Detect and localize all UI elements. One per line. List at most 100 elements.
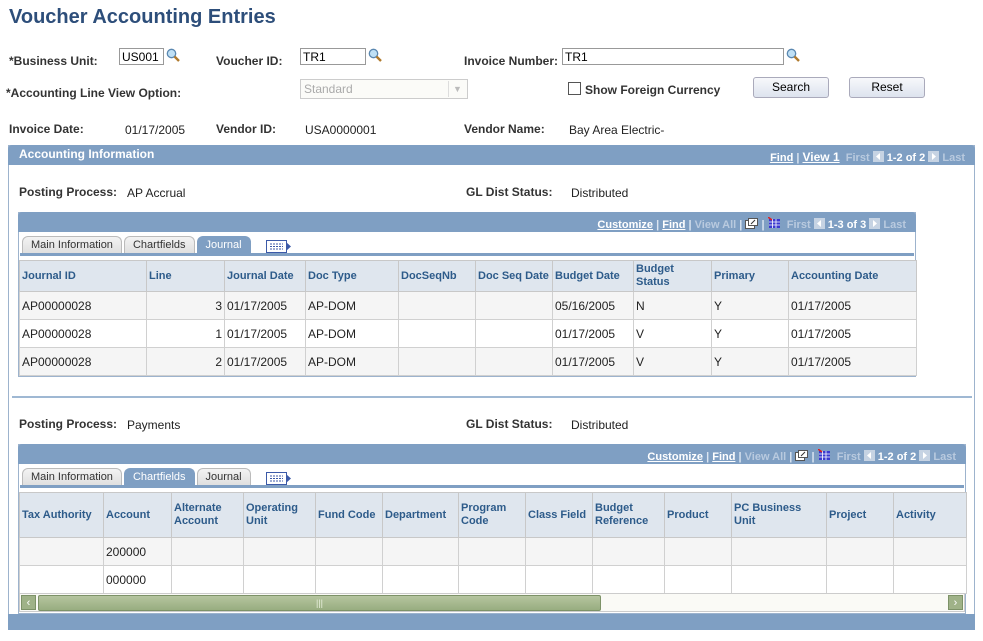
show-foreign-currency-checkbox[interactable] [568,82,581,95]
show-all-columns-icon[interactable] [265,472,292,485]
scroll-right-button[interactable]: › [948,595,963,610]
column-header: Product [664,492,732,538]
posting-process-label-1: Posting Process: [19,185,118,199]
cell: 01/17/2005 [552,347,634,376]
column-header: Primary [711,260,789,292]
cell: V [633,347,712,376]
cell: Y [711,347,789,376]
tab-main-information[interactable]: Main Information [22,468,122,486]
find-link[interactable]: Find [712,451,735,463]
cell: 05/16/2005 [552,291,634,320]
journal-grid-header-row: Journal ID Line Journal Date Doc Type Do… [19,260,917,292]
column-header: Fund Code [315,492,383,538]
tab-chartfields[interactable]: Chartfields [123,468,195,486]
cell: Y [711,291,789,320]
scrollbar-thumb[interactable]: ||| [38,595,601,611]
chevron-down-icon: ▼ [448,81,466,97]
cell: AP-DOM [305,319,399,348]
table-row: 000000 [19,565,967,594]
find-link[interactable]: Find [770,152,793,164]
accounting-information-nav: Find | View 1 First 1-2 of 2 Last [770,150,965,164]
show-all-columns-icon[interactable] [265,240,292,253]
column-header: Department [382,492,459,538]
business-unit-label: *Business Unit: [9,54,98,68]
view-1-link[interactable]: View 1 [803,150,840,164]
cell [19,565,104,594]
column-header: DocSeqNb [398,260,476,292]
cell [243,565,316,594]
cell [826,565,894,594]
customize-link[interactable]: Customize [597,219,653,231]
column-header: Account [103,492,172,538]
table-row: AP00000028 3 01/17/2005 AP-DOM 05/16/2005 N Y 0… [19,291,917,320]
cell: 200000 [103,537,172,566]
next-arrow-icon[interactable] [928,151,940,162]
cell [525,537,593,566]
cell: 01/17/2005 [788,347,917,376]
column-header: Doc Type [305,260,399,292]
last-label: Last [933,451,956,463]
cell: N [633,291,712,320]
column-header: Journal ID [19,260,147,292]
view-all-link[interactable]: View All [695,219,737,231]
tab-journal[interactable]: Journal [196,468,251,486]
business-unit-lookup-icon[interactable] [166,48,180,62]
chartfields-grid-nav: Customize | Find | View All | | First 1-… [647,448,956,463]
scroll-left-button[interactable]: ‹ [21,595,36,610]
cell [398,319,476,348]
cell [664,565,732,594]
search-button[interactable]: Search [753,77,829,98]
column-header: Operating Unit [243,492,316,538]
invoice-date-label: Invoice Date: [9,122,84,136]
first-label: First [836,451,861,463]
chartfields-grid: Tax Authority Account Alternate Account … [19,492,967,594]
previous-arrow-icon[interactable] [813,218,825,229]
cell [592,537,665,566]
tab-main-information[interactable]: Main Information [22,236,122,254]
column-header: Budget Date [552,260,634,292]
download-spreadsheet-icon[interactable] [767,216,781,229]
business-unit-input[interactable]: US001 [119,48,164,65]
cell [171,537,244,566]
column-header: Budget Reference [592,492,665,538]
download-spreadsheet-icon[interactable] [817,448,831,461]
column-header: Accounting Date [788,260,917,292]
vendor-name-value: Bay Area Electric- [569,123,665,137]
voucher-id-lookup-icon[interactable] [368,48,382,62]
column-header: Project [826,492,894,538]
reset-button[interactable]: Reset [849,77,925,98]
tab-journal[interactable]: Journal [196,236,251,254]
view-option-select[interactable]: Standard ▼ [300,79,468,99]
find-link[interactable]: Find [662,219,685,231]
next-arrow-icon[interactable] [919,450,931,461]
horizontal-scrollbar[interactable]: ‹ ||| › [19,593,965,612]
voucher-id-input[interactable]: TR1 [300,48,366,65]
invoice-number-lookup-icon[interactable] [786,48,800,62]
vendor-name-label: Vendor Name: [464,122,545,136]
view-all-link[interactable]: View All [745,451,787,463]
cell: AP-DOM [305,291,399,320]
first-label: First [786,219,811,231]
invoice-number-input[interactable]: TR1 [562,48,784,65]
gl-dist-status-value-2: Distributed [571,418,629,432]
cell: 01/17/2005 [788,319,917,348]
vendor-id-label: Vendor ID: [216,122,277,136]
previous-arrow-icon[interactable] [863,450,875,461]
previous-arrow-icon[interactable] [872,151,884,162]
view-option-label: *Accounting Line View Option: [6,86,182,100]
journal-grid-header: Customize | Find | View All | | First 1-… [18,212,916,232]
cell [382,565,459,594]
column-header: Activity [893,492,967,538]
cell [893,537,967,566]
tab-chartfields[interactable]: Chartfields [123,236,195,254]
customize-link[interactable]: Customize [647,451,703,463]
table-row: 200000 [19,537,967,566]
new-window-icon[interactable] [745,218,759,229]
gl-dist-status-label-2: GL Dist Status: [466,417,553,431]
next-arrow-icon[interactable] [869,218,881,229]
row-range: 1-2 of 2 [877,451,917,463]
accounting-information-title: Accounting Information [19,147,155,161]
new-window-icon[interactable] [795,450,809,461]
gl-dist-status-value-1: Distributed [571,186,629,200]
chartfields-grid-header: Customize | Find | View All | | First 1-… [18,444,966,464]
